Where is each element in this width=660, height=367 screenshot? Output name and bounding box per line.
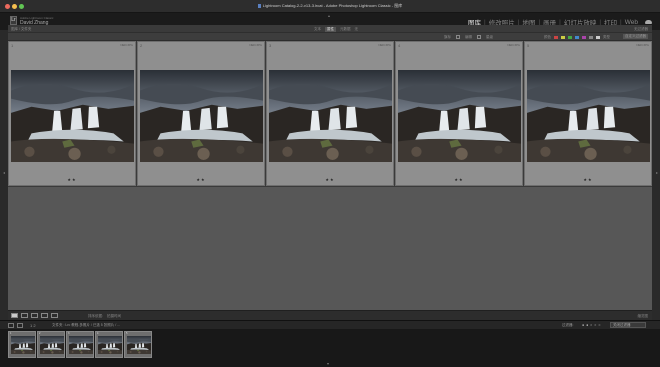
filmstrip-thumb[interactable]: 2 xyxy=(37,331,65,358)
filmstrip-thumb[interactable]: 5 xyxy=(124,331,152,358)
filmstrip-thumb[interactable]: 1 xyxy=(8,331,36,358)
tab-attribute[interactable]: 属性 xyxy=(325,27,336,32)
tab-none[interactable]: 无 xyxy=(355,27,359,32)
thumbnail-grid: 1 NEF/JPG ★★ 2 NEF/JPG ★★ 3 NEF/JPG ★★ 4… xyxy=(8,41,652,187)
swatch-red[interactable] xyxy=(554,36,558,39)
filmstrip-thumb-index: 3 xyxy=(68,332,70,335)
filmstrip-image xyxy=(98,336,122,354)
filmstrip-image xyxy=(127,336,151,354)
grid-cell[interactable]: 3 NEF/JPG ★★ xyxy=(266,41,394,186)
cell-index: 2 xyxy=(140,43,143,48)
tab-metadata[interactable]: 元数据 xyxy=(340,27,351,32)
star-rating[interactable]: ★★ xyxy=(138,177,264,182)
color-label: 颜色 xyxy=(544,35,551,39)
swatch-yellow[interactable] xyxy=(561,36,565,39)
attribute-filter-bar: 旗标 编辑 星级 颜色 类型 自定义过滤器 xyxy=(8,33,652,41)
cell-file-type: NEF/JPG xyxy=(249,43,262,47)
grid-empty-area xyxy=(8,187,652,310)
photo-thumbnail[interactable] xyxy=(11,70,134,162)
filmstrip-source-path[interactable]: 文件夹 : Lrc 教程-多照片 / 已选 5 张照片 / ... xyxy=(52,323,120,328)
swatch-green[interactable] xyxy=(568,36,572,39)
filmstrip-filter-label: 过滤器: xyxy=(562,323,574,327)
top-panel-arrow-icon[interactable]: ▴ xyxy=(328,13,330,18)
flag-toggle[interactable] xyxy=(456,35,460,39)
people-view-icon[interactable] xyxy=(51,313,58,318)
second-window-icon[interactable] xyxy=(17,323,23,328)
cell-index: 3 xyxy=(269,43,272,48)
cell-file-type: NEF/JPG xyxy=(120,43,133,47)
library-filter-tabs: 文本 属性 元数据 无 xyxy=(314,27,358,32)
right-panel-collapsed[interactable] xyxy=(652,30,660,320)
swatch-other[interactable] xyxy=(596,36,600,39)
cell-index: 1 xyxy=(11,43,14,48)
photo-thumbnail[interactable] xyxy=(269,70,392,162)
flag-label: 旗标 xyxy=(444,35,451,39)
tab-text[interactable]: 文本 xyxy=(314,27,321,32)
cloud-icon[interactable] xyxy=(645,20,652,24)
filmstrip-nav[interactable]: 1 2 xyxy=(30,323,36,328)
filmstrip-thumb-index: 1 xyxy=(10,332,12,335)
title-bar: Lightroom Catalog-2-2-v13-3.lrcat - Adob… xyxy=(0,0,660,13)
library-toolbar: 排序依据: 拍摄时间 缩览图 xyxy=(8,310,652,320)
grid-cell[interactable]: 2 NEF/JPG ★★ xyxy=(137,41,265,186)
filmstrip: 1 2 3 4 5 xyxy=(0,329,660,367)
sort-label: 排序依据: xyxy=(88,314,103,318)
lightroom-logo-icon: Lr xyxy=(10,16,17,25)
filmstrip-image xyxy=(11,336,35,354)
grid-cell[interactable]: 4 NEF/JPG ★★ xyxy=(395,41,523,186)
document-icon xyxy=(257,4,261,8)
cell-file-type: NEF/JPG xyxy=(636,43,649,47)
cell-file-type: NEF/JPG xyxy=(378,43,391,47)
bottom-panel-arrow-icon[interactable]: ▾ xyxy=(327,361,329,366)
right-panel-arrow-icon[interactable]: ▸ xyxy=(656,170,658,175)
filter-preset-label[interactable]: 无过滤器 xyxy=(634,27,648,32)
cell-index: 4 xyxy=(398,43,401,48)
left-panel-collapsed[interactable] xyxy=(0,30,8,320)
cell-file-type: NEF/JPG xyxy=(507,43,520,47)
grid-cell[interactable]: 1 NEF/JPG ★★ xyxy=(8,41,136,186)
loupe-view-icon[interactable] xyxy=(21,313,28,318)
color-filter: 颜色 类型 xyxy=(544,35,610,40)
filmstrip-image xyxy=(40,336,64,354)
left-panel-arrow-icon[interactable]: ◂ xyxy=(3,170,5,175)
compare-view-icon[interactable] xyxy=(31,313,38,318)
custom-filter-button[interactable]: 自定义过滤器 xyxy=(623,34,648,39)
photo-thumbnail[interactable] xyxy=(398,70,521,162)
library-filter-path: 图库 / 文件夹 xyxy=(11,27,32,31)
sort-select[interactable]: 拍摄时间 xyxy=(107,314,121,319)
filmstrip-thumb-index: 2 xyxy=(39,332,41,335)
edit-label: 编辑 xyxy=(465,35,472,39)
survey-view-icon[interactable] xyxy=(41,313,48,318)
photo-thumbnail[interactable] xyxy=(140,70,263,162)
thumbnail-size-label: 缩览图 xyxy=(637,314,649,318)
swatch-none[interactable] xyxy=(589,36,593,39)
flag-filter: 旗标 编辑 星级 xyxy=(444,35,493,40)
swatch-blue[interactable] xyxy=(575,36,579,39)
filmstrip-thumb-index: 5 xyxy=(126,332,128,335)
star-rating[interactable]: ★★ xyxy=(9,177,135,182)
filmstrip-image xyxy=(69,336,93,354)
grid-view-icon[interactable] xyxy=(11,313,18,318)
grid-cell[interactable]: 5 NEF/JPG ★★ xyxy=(524,41,652,186)
star-rating[interactable]: ★★ xyxy=(525,177,651,182)
window-title: Lightroom Catalog-2-2-v13-3.lrcat - Adob… xyxy=(0,3,660,9)
window-title-text: Lightroom Catalog-2-2-v13-3.lrcat - Adob… xyxy=(262,3,403,8)
swatch-purple[interactable] xyxy=(582,36,586,39)
filmstrip-rating-dots[interactable]: ● ● ○ ○ ○ xyxy=(582,323,601,327)
main-window-icon[interactable] xyxy=(8,323,14,328)
filmstrip-thumb[interactable]: 3 xyxy=(66,331,94,358)
star-rating[interactable]: ★★ xyxy=(396,177,522,182)
rating-label: 星级 xyxy=(486,35,493,39)
filmstrip-header: 1 2 文件夹 : Lrc 教程-多照片 / 已选 5 张照片 / ... 过滤… xyxy=(0,320,660,329)
edit-toggle[interactable] xyxy=(477,35,481,39)
filmstrip-thumb-index: 4 xyxy=(97,332,99,335)
filmstrip-thumb[interactable]: 4 xyxy=(95,331,123,358)
kind-label: 类型 xyxy=(603,35,610,39)
cell-index: 5 xyxy=(527,43,530,48)
star-rating[interactable]: ★★ xyxy=(267,177,393,182)
filmstrip-filter-select[interactable]: 关闭过滤器 xyxy=(610,322,646,328)
library-filter-bar: 图库 / 文件夹 文本 属性 元数据 无 无过滤器 xyxy=(8,25,652,33)
photo-thumbnail[interactable] xyxy=(527,70,650,162)
